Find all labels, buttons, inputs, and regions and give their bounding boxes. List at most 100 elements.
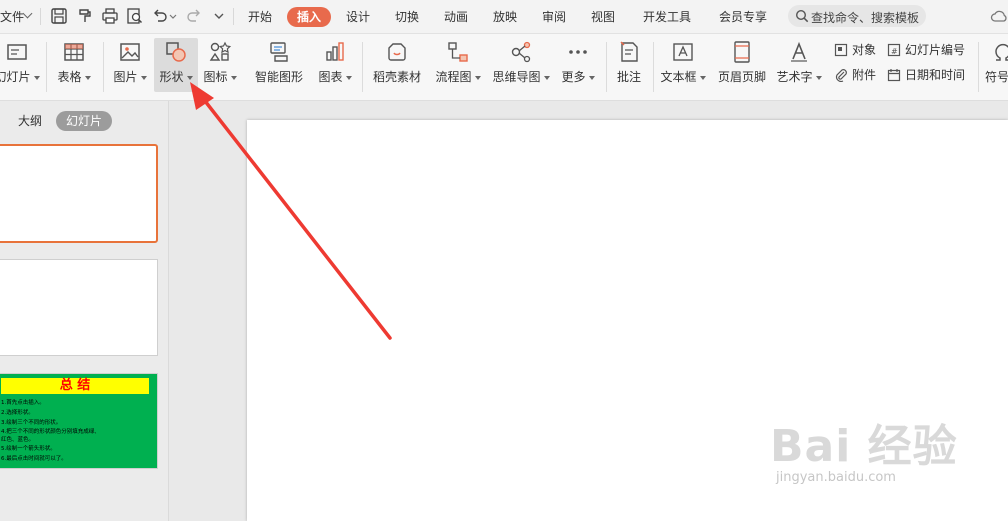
chart-icon <box>323 40 347 64</box>
divider <box>978 42 979 92</box>
picture-button[interactable]: 图片 <box>109 38 151 92</box>
tab-slideshow[interactable]: 放映 <box>489 7 521 27</box>
table-icon <box>62 40 86 64</box>
list-item: 6.最后点击时间就可以了。 <box>1 456 67 462</box>
word-art-button[interactable]: 艺术字 <box>774 38 824 92</box>
title-menu-bar: 文件 开始 插入 设计 切换 动画 放映 审阅 视图 开发工具 会员专享 查找命… <box>0 0 1008 34</box>
print-preview-icon[interactable] <box>126 7 144 25</box>
mind-map-button[interactable]: 思维导图 <box>490 38 552 92</box>
divider <box>46 42 47 92</box>
tab-design[interactable]: 设计 <box>342 7 374 27</box>
editing-canvas <box>169 101 1008 521</box>
dropdown-caret-icon <box>815 75 822 80</box>
tab-transition[interactable]: 切换 <box>391 7 423 27</box>
file-menu-caret-icon[interactable] <box>22 8 33 19</box>
dropdown-caret-icon <box>588 75 595 80</box>
list-item: 3.绘制三个不同的形状。 <box>1 420 62 426</box>
more-dots-icon <box>566 40 590 64</box>
new-slide-button[interactable]: 幻灯片 <box>0 38 40 92</box>
header-footer-label: 页眉页脚 <box>717 70 766 84</box>
dropdown-caret-icon <box>345 75 352 80</box>
text-box-button[interactable]: 文本框 <box>658 38 708 92</box>
tab-start[interactable]: 开始 <box>244 7 276 27</box>
slide-thumbnail-2[interactable] <box>0 259 158 356</box>
tab-outline[interactable]: 大纲 <box>10 111 50 131</box>
shape-icon <box>164 40 188 64</box>
text-box-icon <box>671 40 695 64</box>
object-button[interactable]: 对象 <box>834 40 876 60</box>
object-icon <box>834 43 848 57</box>
slide-number-button[interactable]: # 幻灯片编号 <box>887 40 965 60</box>
flowchart-button[interactable]: 流程图 <box>432 38 484 92</box>
table-label: 表格 <box>57 70 82 84</box>
current-slide[interactable] <box>247 120 1008 521</box>
save-icon[interactable] <box>50 7 68 25</box>
word-art-icon <box>787 40 811 64</box>
dropdown-caret-icon <box>699 75 706 80</box>
comment-icon <box>617 40 641 64</box>
shape-button[interactable]: 形状 <box>154 38 198 92</box>
text-box-label: 文本框 <box>660 70 697 84</box>
divider <box>653 42 654 92</box>
list-item: 1.首先点击插入。 <box>1 400 45 406</box>
command-search-box[interactable]: 查找命令、搜索模板 <box>788 5 926 27</box>
dropdown-caret-icon <box>140 75 147 80</box>
tab-view[interactable]: 视图 <box>587 7 619 27</box>
print-icon[interactable] <box>101 7 119 25</box>
docer-material-icon <box>385 40 409 64</box>
chart-button[interactable]: 图表 <box>314 38 356 92</box>
icons-icon <box>208 40 232 64</box>
smart-graphic-button[interactable]: 智能图形 <box>246 38 312 92</box>
tab-animation[interactable]: 动画 <box>440 7 472 27</box>
slide-thumbnail-1[interactable] <box>0 144 158 243</box>
undo-dropdown-icon[interactable] <box>168 7 178 25</box>
svg-text:#: # <box>891 47 898 56</box>
symbol-button[interactable]: 符号 <box>983 38 1008 92</box>
flowchart-icon <box>446 40 470 64</box>
tab-insert[interactable]: 插入 <box>287 7 331 27</box>
header-footer-icon <box>730 40 754 64</box>
divider <box>103 42 104 92</box>
picture-label: 图片 <box>113 70 138 84</box>
docer-material-button[interactable]: 稻壳素材 <box>368 38 426 92</box>
comment-button[interactable]: 批注 <box>612 38 646 92</box>
docer-material-label: 稻壳素材 <box>372 70 421 84</box>
redo-icon[interactable] <box>185 7 203 25</box>
omega-icon <box>991 40 1008 64</box>
tab-slides[interactable]: 幻灯片 <box>56 111 112 131</box>
cloud-icon[interactable] <box>990 8 1008 24</box>
table-button[interactable]: 表格 <box>52 38 96 92</box>
customize-toolbar-icon[interactable] <box>210 7 228 25</box>
date-time-button[interactable]: 日期和时间 <box>887 65 965 85</box>
list-item: 4.把三个不同的形状颜色分别填充成绿、 <box>1 429 100 435</box>
tab-member[interactable]: 会员专享 <box>714 7 772 27</box>
icon-button[interactable]: 图标 <box>200 38 240 92</box>
attachment-button[interactable]: 附件 <box>834 65 876 85</box>
smart-graphic-icon <box>267 40 291 64</box>
dropdown-caret-icon <box>84 75 91 80</box>
slide-thumbnail-3[interactable]: 总 结 1.首先点击插入。 2.选择形状。 3.绘制三个不同的形状。 4.把三个… <box>0 373 158 469</box>
header-footer-button[interactable]: 页眉页脚 <box>714 38 770 92</box>
chart-label: 图表 <box>318 70 343 84</box>
dropdown-caret-icon <box>543 75 550 80</box>
tab-review[interactable]: 审阅 <box>538 7 570 27</box>
undo-icon[interactable] <box>151 7 169 25</box>
tab-developer[interactable]: 开发工具 <box>638 7 696 27</box>
divider <box>362 42 363 92</box>
symbol-label: 符号 <box>985 70 1008 84</box>
comment-label: 批注 <box>616 70 641 84</box>
slide-number-icon: # <box>887 43 901 57</box>
shape-label: 形状 <box>159 70 184 84</box>
word-art-label: 艺术字 <box>776 70 813 84</box>
more-button[interactable]: 更多 <box>558 38 598 92</box>
mind-map-icon <box>509 40 533 64</box>
thumbnail-bullets: 1.首先点击插入。 2.选择形状。 3.绘制三个不同的形状。 4.把三个不同的形… <box>1 398 151 464</box>
list-item: 5.绘制一个箭头形状。 <box>1 446 56 452</box>
flowchart-label: 流程图 <box>435 70 472 84</box>
thumbnail-title: 总 结 <box>1 378 149 394</box>
file-menu[interactable]: 文件 <box>0 8 24 25</box>
format-painter-icon[interactable] <box>76 7 94 25</box>
divider <box>233 8 234 25</box>
smart-graphic-label: 智能图形 <box>254 70 303 84</box>
dropdown-caret-icon <box>186 75 193 80</box>
